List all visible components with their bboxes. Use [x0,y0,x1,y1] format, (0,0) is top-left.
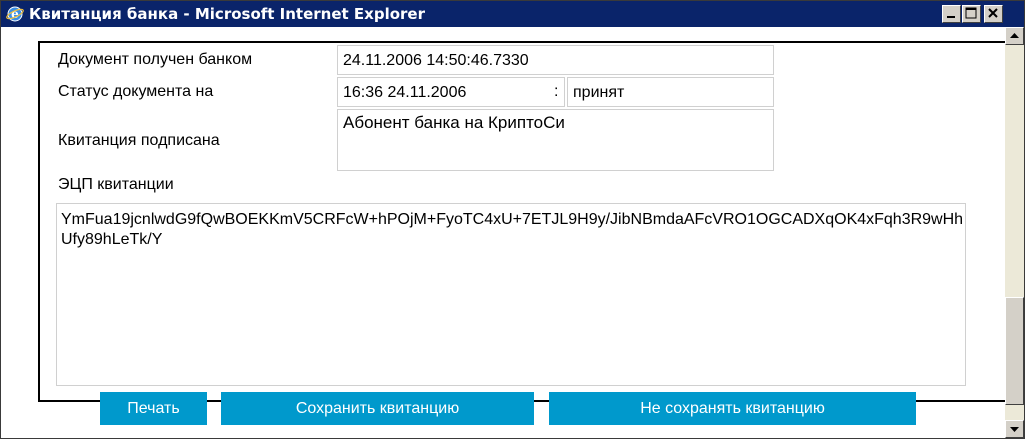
title-bar[interactable]: e Квитанция банка - Microsoft Internet E… [1,1,1024,27]
print-button[interactable]: Печать [100,392,207,425]
status-separator: : [554,83,559,100]
status-label: Статус документа на [58,83,214,100]
arrow-down-icon [1010,427,1019,432]
scroll-thumb[interactable] [1005,297,1024,405]
signature-label: ЭЦП квитанции [58,176,174,193]
scroll-down-button[interactable] [1005,420,1024,438]
close-button[interactable] [984,5,1003,23]
received-label: Документ получен банком [58,51,253,68]
signature-value: YmFua19jcnlwdG9fQwBOEKKmV5CRFcW+hPOjM+Fy… [56,203,966,386]
receipt-panel: Документ получен банком 24.11.2006 14:50… [38,41,1006,402]
browser-window: e Квитанция банка - Microsoft Internet E… [0,0,1025,439]
dont-save-receipt-button[interactable]: Не сохранять квитанцию [549,392,916,425]
arrow-up-icon [1010,33,1019,38]
received-value: 24.11.2006 14:50:46.7330 [337,45,774,75]
maximize-button[interactable] [962,5,981,23]
window-title: Квитанция банка - Microsoft Internet Exp… [29,5,425,23]
save-receipt-button[interactable]: Сохранить квитанцию [221,392,534,425]
status-date-value: 16:36 24.11.2006 [337,77,565,107]
minimize-button[interactable] [942,5,961,23]
signed-label: Квитанция подписана [58,132,220,149]
minimize-icon [947,16,955,18]
scroll-up-button[interactable] [1005,27,1024,45]
status-value: принят [567,77,774,107]
signed-value: Абонент банка на КриптоСи [337,109,774,171]
maximize-icon [965,7,977,19]
page-content: Документ получен банком 24.11.2006 14:50… [1,27,1006,438]
close-icon [988,8,998,18]
vertical-scrollbar[interactable] [1005,27,1024,438]
ie-icon: e [6,6,24,22]
